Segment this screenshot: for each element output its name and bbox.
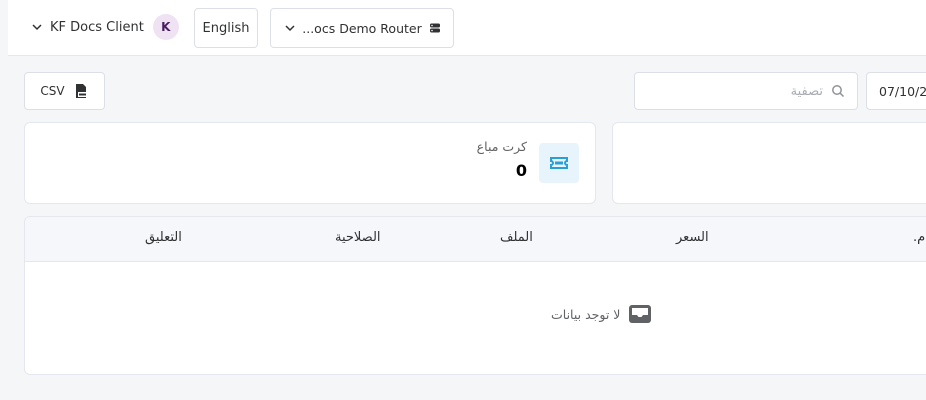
empty-state: لا توجد بيانات [551, 304, 652, 324]
table-header: التعليق الصلاحية الملف السعر م. [25, 217, 926, 262]
column-header-number[interactable]: م. [913, 230, 925, 245]
date-picker[interactable]: 07/10/2 [866, 72, 926, 110]
chevron-down-icon [32, 24, 42, 31]
column-header-price[interactable]: السعر [676, 230, 709, 245]
filter-input[interactable] [653, 83, 823, 99]
router-name: ...ocs Demo Router [302, 20, 422, 36]
filter-search [634, 72, 858, 110]
column-header-comment[interactable]: التعليق [145, 230, 182, 245]
export-csv-button[interactable]: CSV [24, 72, 105, 110]
client-name: KF Docs Client [50, 19, 144, 35]
column-header-profile[interactable]: الملف [500, 230, 533, 245]
top-bar: KF Docs Client K [8, 0, 926, 56]
column-header-validity[interactable]: الصلاحية [335, 230, 381, 245]
stat-card [612, 122, 926, 204]
empty-text: لا توجد بيانات [551, 306, 621, 322]
chevron-down-icon [285, 25, 295, 32]
client-selector[interactable]: KF Docs Client K [32, 12, 179, 42]
language-button[interactable]: English [194, 8, 258, 48]
stat-card-sold: كرت مباع 0 [24, 122, 596, 204]
data-table: التعليق الصلاحية الملف السعر م. لا توجد … [24, 216, 926, 375]
search-icon [832, 85, 845, 98]
stat-value: 0 [515, 161, 527, 180]
stat-label: كرت مباع [476, 139, 527, 154]
ticket-icon [539, 143, 579, 183]
csv-file-icon [75, 84, 87, 98]
csv-label: CSV [40, 84, 65, 98]
avatar[interactable]: K [152, 14, 179, 40]
router-selector[interactable]: ...ocs Demo Router [270, 8, 454, 48]
server-icon [430, 23, 440, 33]
inbox-icon [629, 305, 652, 323]
